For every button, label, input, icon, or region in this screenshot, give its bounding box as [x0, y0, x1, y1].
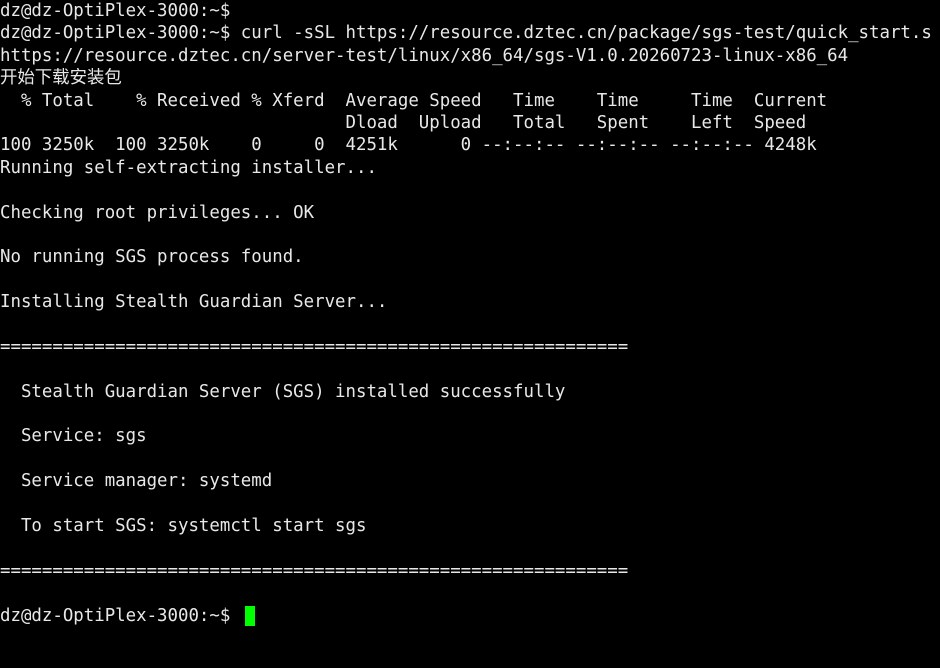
terminal-line: Dload Upload Total Spent Left Speed [0, 112, 807, 133]
terminal-line: Service: sgs [0, 426, 147, 447]
terminal-line: Service manager: systemd [0, 471, 273, 492]
terminal-line: % Total % Received % Xferd Average Speed… [0, 90, 828, 111]
prompt-text: dz@dz-OptiPlex-3000:~$ [0, 605, 241, 626]
terminal-line: dz@dz-OptiPlex-3000:~$ [0, 1, 231, 21]
terminal-line: Stealth Guardian Server (SGS) installed … [0, 381, 566, 402]
command-prompt[interactable]: dz@dz-OptiPlex-3000:~$ [0, 605, 940, 627]
terminal-line: To start SGS: systemctl start sgs [0, 515, 367, 536]
terminal-line: dz@dz-OptiPlex-3000:~$ curl -sSL https:/… [0, 23, 932, 44]
terminal-line: No running SGS process found. [0, 247, 304, 268]
terminal-line: Running self-extracting installer... [0, 157, 377, 178]
terminal-line: ========================================… [0, 336, 629, 357]
terminal-line: ========================================… [0, 560, 629, 581]
terminal-line: 100 3250k 100 3250k 0 0 4251k 0 --:--:--… [0, 135, 817, 156]
terminal-line: Installing Stealth Guardian Server... [0, 292, 388, 313]
terminal-line: Checking root privileges... OK [0, 202, 315, 223]
terminal-line: 开始下载安装包 [0, 68, 122, 89]
terminal-window[interactable]: dz@dz-OptiPlex-3000:~$ dz@dz-OptiPlex-30… [0, 0, 940, 668]
terminal-line: https://resource.dztec.cn/server-test/li… [0, 45, 849, 66]
text-cursor [244, 605, 255, 626]
